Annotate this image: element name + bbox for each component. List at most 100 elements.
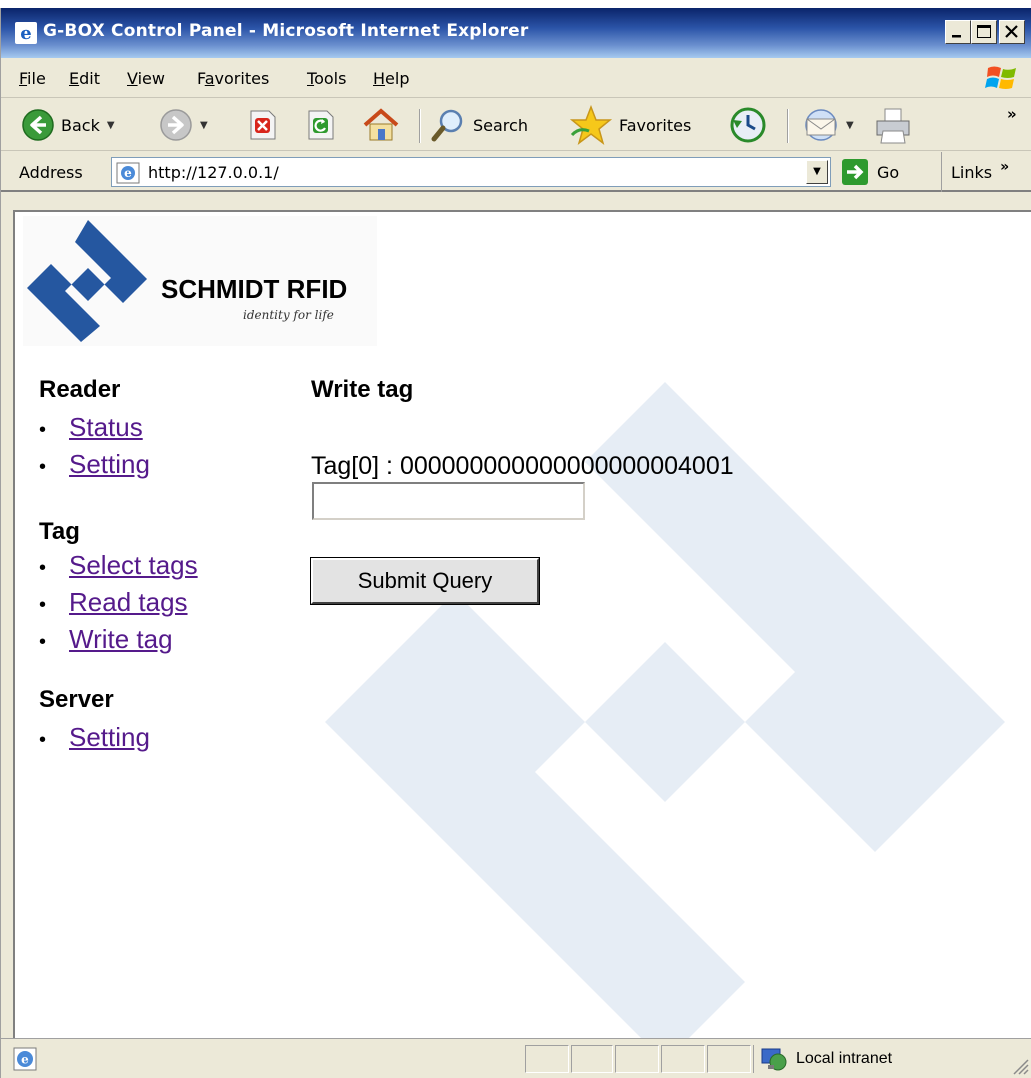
intranet-globe-icon [761, 1048, 787, 1071]
forward-arrow-icon [160, 109, 192, 141]
nav-heading-reader: Reader [39, 376, 121, 403]
refresh-button[interactable] [305, 99, 335, 151]
nav-link-server-setting[interactable]: Setting [69, 722, 150, 752]
menu-bar: File Edit View Favorites Tools Help [1, 58, 1031, 98]
schmidt-logo-icon [27, 220, 147, 342]
go-label: Go [877, 162, 900, 182]
nav-heading-server: Server [39, 686, 114, 713]
toolbar-overflow-chevron[interactable]: » [1007, 99, 1017, 129]
go-button[interactable]: Go [841, 157, 899, 187]
nav-list-reader: Status Setting [35, 410, 150, 484]
address-url: http://127.0.0.1/ [148, 163, 279, 182]
page-content: SCHMIDT RFID identity for life Reader St… [13, 210, 1031, 1040]
minimize-button[interactable] [945, 20, 971, 44]
schmidt-rfid-logo: SCHMIDT RFID identity for life [23, 216, 377, 346]
print-button[interactable] [873, 99, 913, 151]
minimize-icon [952, 35, 961, 38]
nav-link-status[interactable]: Status [69, 412, 143, 442]
status-pane [661, 1045, 705, 1073]
menu-edit[interactable]: Edit [69, 69, 100, 88]
search-icon [431, 109, 463, 142]
status-pane [615, 1045, 659, 1073]
toolbar-separator [419, 109, 421, 143]
svg-text:e: e [20, 23, 31, 44]
forward-button[interactable]: ▼ [159, 99, 208, 151]
search-label: Search [473, 115, 528, 135]
menu-tools[interactable]: Tools [307, 69, 346, 88]
close-icon [1005, 25, 1018, 38]
logo-tagline: identity for life [243, 308, 334, 322]
history-icon [730, 107, 766, 143]
close-button[interactable] [999, 20, 1025, 44]
status-pane [525, 1045, 569, 1073]
links-chevron-icon: » [1000, 159, 1010, 175]
menu-file[interactable]: File [19, 69, 46, 88]
menu-help[interactable]: Help [373, 69, 409, 88]
links-toolbar[interactable]: Links » [941, 152, 1009, 192]
status-pane [571, 1045, 613, 1073]
windows-flag-icon [985, 66, 1016, 89]
mail-button[interactable]: ▼ [801, 99, 854, 151]
printer-icon [876, 108, 910, 144]
favorites-button[interactable]: Favorites [569, 99, 691, 151]
standard-toolbar: Back ▼ ▼ Search Favorites ▼ » [1, 99, 1031, 151]
address-dropdown-icon[interactable]: ▼ [806, 160, 828, 184]
security-zone[interactable]: Local intranet [753, 1045, 993, 1073]
refresh-icon [308, 110, 334, 140]
maximize-icon [977, 25, 991, 38]
maximize-button[interactable] [971, 20, 997, 44]
go-arrow-icon [842, 159, 868, 185]
page-icon: e [116, 162, 140, 184]
nav-list-server: Setting [35, 720, 150, 757]
nav-link-read-tags[interactable]: Read tags [69, 587, 188, 617]
back-label: Back [61, 115, 100, 135]
page-title: Write tag [311, 376, 414, 403]
status-bar: e Local intranet [1, 1038, 1031, 1078]
mail-dropdown-icon[interactable]: ▼ [846, 120, 854, 131]
nav-item: Read tags [35, 585, 198, 622]
tag-value-label: Tag[0] : 000000000000000000004001 [311, 452, 734, 480]
address-bar: Address e http://127.0.0.1/ ▼ Go Links » [1, 152, 1031, 192]
back-dropdown-icon[interactable]: ▼ [107, 120, 115, 131]
nav-link-select-tags[interactable]: Select tags [69, 550, 198, 580]
mail-icon [805, 109, 837, 141]
toolbar-separator-2 [787, 109, 789, 143]
address-label: Address [19, 163, 83, 182]
status-pane [707, 1045, 751, 1073]
nav-list-tag: Select tags Read tags Write tag [35, 548, 198, 659]
logo-name: SCHMIDT RFID [161, 274, 348, 304]
nav-item: Setting [35, 447, 150, 484]
favorites-star-icon [569, 105, 613, 145]
menu-favorites[interactable]: Favorites [197, 69, 269, 88]
history-button[interactable] [729, 99, 767, 151]
tag-data-input[interactable] [312, 482, 585, 520]
nav-item: Select tags [35, 548, 198, 585]
nav-link-write-tag[interactable]: Write tag [69, 624, 173, 654]
ie-logo-icon: e [15, 22, 37, 44]
home-button[interactable] [361, 99, 401, 151]
resize-grip-icon[interactable] [1010, 1056, 1030, 1076]
back-button[interactable]: Back ▼ [21, 99, 115, 151]
svg-text:e: e [21, 1053, 29, 1067]
address-input[interactable]: e http://127.0.0.1/ ▼ [111, 157, 831, 187]
favorites-label: Favorites [619, 115, 692, 135]
stop-icon [250, 110, 276, 140]
zone-label: Local intranet [796, 1050, 893, 1067]
stop-button[interactable] [247, 99, 277, 151]
search-button[interactable]: Search [431, 99, 528, 151]
nav-item: Status [35, 410, 150, 447]
nav-item: Setting [35, 720, 150, 757]
submit-query-button[interactable]: Submit Query [310, 557, 540, 605]
browser-window: e G-BOX Control Panel - Microsoft Intern… [0, 8, 1031, 1078]
forward-dropdown-icon[interactable]: ▼ [200, 120, 208, 131]
svg-text:e: e [124, 166, 132, 180]
home-icon [363, 108, 399, 141]
nav-heading-tag: Tag [39, 518, 80, 545]
window-title: G-BOX Control Panel - Microsoft Internet… [43, 21, 529, 41]
nav-link-reader-setting[interactable]: Setting [69, 449, 150, 479]
back-arrow-icon [22, 109, 54, 141]
nav-item: Write tag [35, 622, 198, 659]
links-label: Links [951, 162, 993, 182]
menu-view[interactable]: View [127, 69, 165, 88]
title-bar[interactable]: e G-BOX Control Panel - Microsoft Intern… [1, 8, 1031, 58]
